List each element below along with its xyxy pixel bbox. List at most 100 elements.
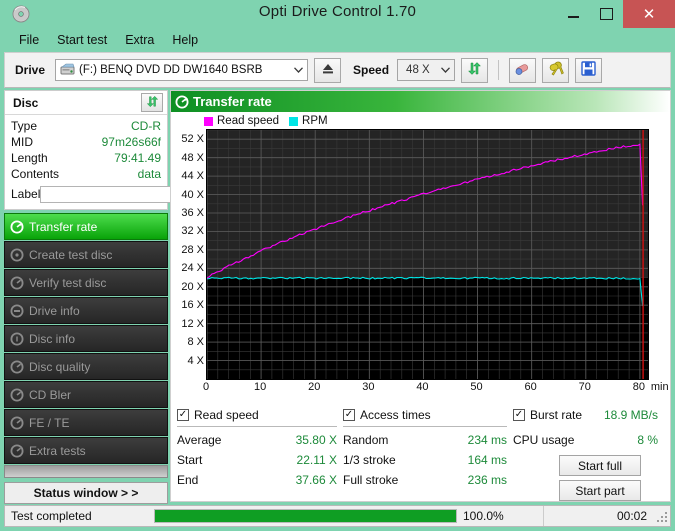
disc-verify-icon	[5, 276, 29, 290]
disc-panel-title: Disc	[13, 96, 38, 110]
x-axis-tick: 30	[362, 381, 374, 393]
status-message: Test completed	[5, 509, 154, 523]
action-buttons: Start full Start part	[513, 455, 664, 501]
menu-item-file[interactable]: File	[10, 31, 48, 49]
start-part-button[interactable]: Start part	[559, 480, 641, 501]
maximize-button[interactable]	[590, 0, 623, 28]
menu-item-help[interactable]: Help	[163, 31, 207, 49]
chevron-down-icon[interactable]	[437, 60, 454, 80]
burst-rate-checkbox-row[interactable]: ✓ Burst rate 18.9 MB/s	[513, 407, 664, 423]
x-axis-tick: 20	[308, 381, 320, 393]
sidebar-item-fe-te[interactable]: FE / TE	[4, 409, 168, 436]
y-axis-tick: 36 X	[181, 207, 204, 219]
results-section: ✓ Read speed Average 35.80 X Start 22.11…	[177, 407, 664, 505]
legend-swatch-rpm	[289, 117, 298, 126]
sidebar-item-extra-tests[interactable]: Extra tests	[4, 437, 168, 464]
disc-refresh-button[interactable]	[141, 93, 163, 112]
eject-button[interactable]	[314, 58, 341, 83]
y-axis-tick: 28 X	[181, 244, 204, 256]
menu-item-extra[interactable]: Extra	[116, 31, 163, 49]
chevron-down-icon[interactable]	[290, 60, 307, 80]
y-axis-tick: 52 X	[181, 133, 204, 145]
tools-button[interactable]	[542, 58, 569, 83]
sidebar-label-disc-quality: Disc quality	[29, 360, 90, 374]
chart-header: Transfer rate	[171, 91, 670, 112]
sidebar-item-transfer-rate[interactable]: Transfer rate	[4, 213, 168, 240]
drive-select[interactable]: (F:) BENQ DVD DD DW1640 BSRB	[55, 59, 308, 81]
disc-key-label: Label	[11, 187, 40, 201]
disc-bler-icon	[5, 388, 29, 402]
disc-fete-icon	[5, 416, 29, 430]
result-key-start: Start	[177, 453, 202, 467]
disc-panel: Disc Type CD-R MID 97m2	[4, 90, 168, 210]
disc-quality-icon	[5, 360, 29, 374]
speed-value: 48 X	[406, 64, 430, 76]
result-key-end: End	[177, 473, 198, 487]
sidebar-item-verify-test-disc[interactable]: Verify test disc	[4, 269, 168, 296]
access-times-checkbox[interactable]: ✓	[343, 409, 355, 421]
y-axis-tick: 20 X	[181, 281, 204, 293]
disc-value-type: CD-R	[131, 119, 161, 133]
read-speed-checkbox[interactable]: ✓	[177, 409, 189, 421]
floppy-save-icon	[581, 61, 596, 79]
status-window-button[interactable]: Status window > >	[4, 482, 168, 504]
sidebar-item-create-test-disc[interactable]: Create test disc	[4, 241, 168, 268]
result-value-third-stroke: 164 ms	[468, 453, 513, 467]
result-key-random: Random	[343, 433, 388, 447]
close-button[interactable]: ✕	[623, 0, 675, 28]
sidebar-item-disc-info[interactable]: Disc info	[4, 325, 168, 352]
start-full-button[interactable]: Start full	[559, 455, 641, 476]
erase-button[interactable]	[509, 58, 536, 83]
menu-item-start-test[interactable]: Start test	[48, 31, 116, 49]
burst-rate-checkbox[interactable]: ✓	[513, 409, 525, 421]
result-value-start: 22.11 X	[297, 453, 343, 467]
menu-bar: File Start test Extra Help	[0, 28, 675, 52]
sidebar-label-cd-bler: CD Bler	[29, 388, 71, 402]
disc-key-type: Type	[11, 119, 37, 133]
sidebar-label-transfer-rate: Transfer rate	[29, 220, 97, 234]
minimize-button[interactable]	[557, 0, 590, 28]
elapsed-time: 00:02	[544, 509, 655, 523]
disc-row-label: Label	[11, 184, 161, 204]
speed-select[interactable]: 48 X	[397, 59, 455, 81]
disc-extra-icon	[5, 444, 29, 458]
result-key-cpu-usage: CPU usage	[513, 433, 574, 447]
refresh-button[interactable]	[461, 58, 488, 83]
resize-grip[interactable]	[655, 510, 667, 522]
save-button[interactable]	[575, 58, 602, 83]
read-speed-label: Read speed	[194, 408, 259, 422]
sidebar-item-disc-quality[interactable]: Disc quality	[4, 353, 168, 380]
result-value-cpu-usage: 8 %	[637, 433, 664, 447]
sidebar-item-drive-info[interactable]: Drive info	[4, 297, 168, 324]
result-row-third-stroke: 1/3 stroke 164 ms	[343, 450, 513, 470]
progress-bar-fill	[155, 510, 456, 522]
legend-label-rpm: RPM	[302, 115, 328, 127]
result-row-start: Start 22.11 X	[177, 450, 343, 470]
eraser-icon	[514, 61, 531, 79]
burst-rate-label: Burst rate	[530, 408, 582, 422]
access-times-checkbox-row[interactable]: ✓ Access times	[343, 407, 513, 423]
x-axis-tick: 70	[579, 381, 591, 393]
result-value-random: 234 ms	[468, 433, 513, 447]
tools-icon	[548, 61, 564, 79]
speed-label: Speed	[353, 63, 389, 77]
y-axis-labels: 4 X8 X12 X16 X20 X24 X28 X32 X36 X40 X44…	[171, 129, 206, 380]
x-axis-tick: 0	[203, 381, 209, 393]
drive-info-icon	[5, 304, 29, 318]
disc-value-mid: 97m26s66f	[102, 135, 161, 149]
y-axis-tick: 24 X	[181, 262, 204, 274]
drive-value: (F:) BENQ DVD DD DW1640 BSRB	[79, 64, 262, 76]
drive-label: Drive	[15, 63, 45, 77]
sidebar-label-disc-info: Disc info	[29, 332, 75, 346]
speed-gauge-icon	[5, 220, 29, 234]
sidebar-label-create-test-disc: Create test disc	[29, 248, 112, 262]
divider	[177, 426, 337, 427]
chart-title: Transfer rate	[193, 94, 272, 109]
read-speed-checkbox-row[interactable]: ✓ Read speed	[177, 407, 343, 423]
refresh-arrows-icon	[146, 95, 159, 111]
sidebar-item-cd-bler[interactable]: CD Bler	[4, 381, 168, 408]
disc-properties: Type CD-R MID 97m26s66f Length 79:41.49 …	[5, 115, 167, 209]
result-row-cpu-usage: CPU usage 8 %	[513, 430, 664, 450]
results-access-times: ✓ Access times Random 234 ms 1/3 stroke …	[343, 407, 513, 505]
disc-key-contents: Contents	[11, 167, 59, 181]
